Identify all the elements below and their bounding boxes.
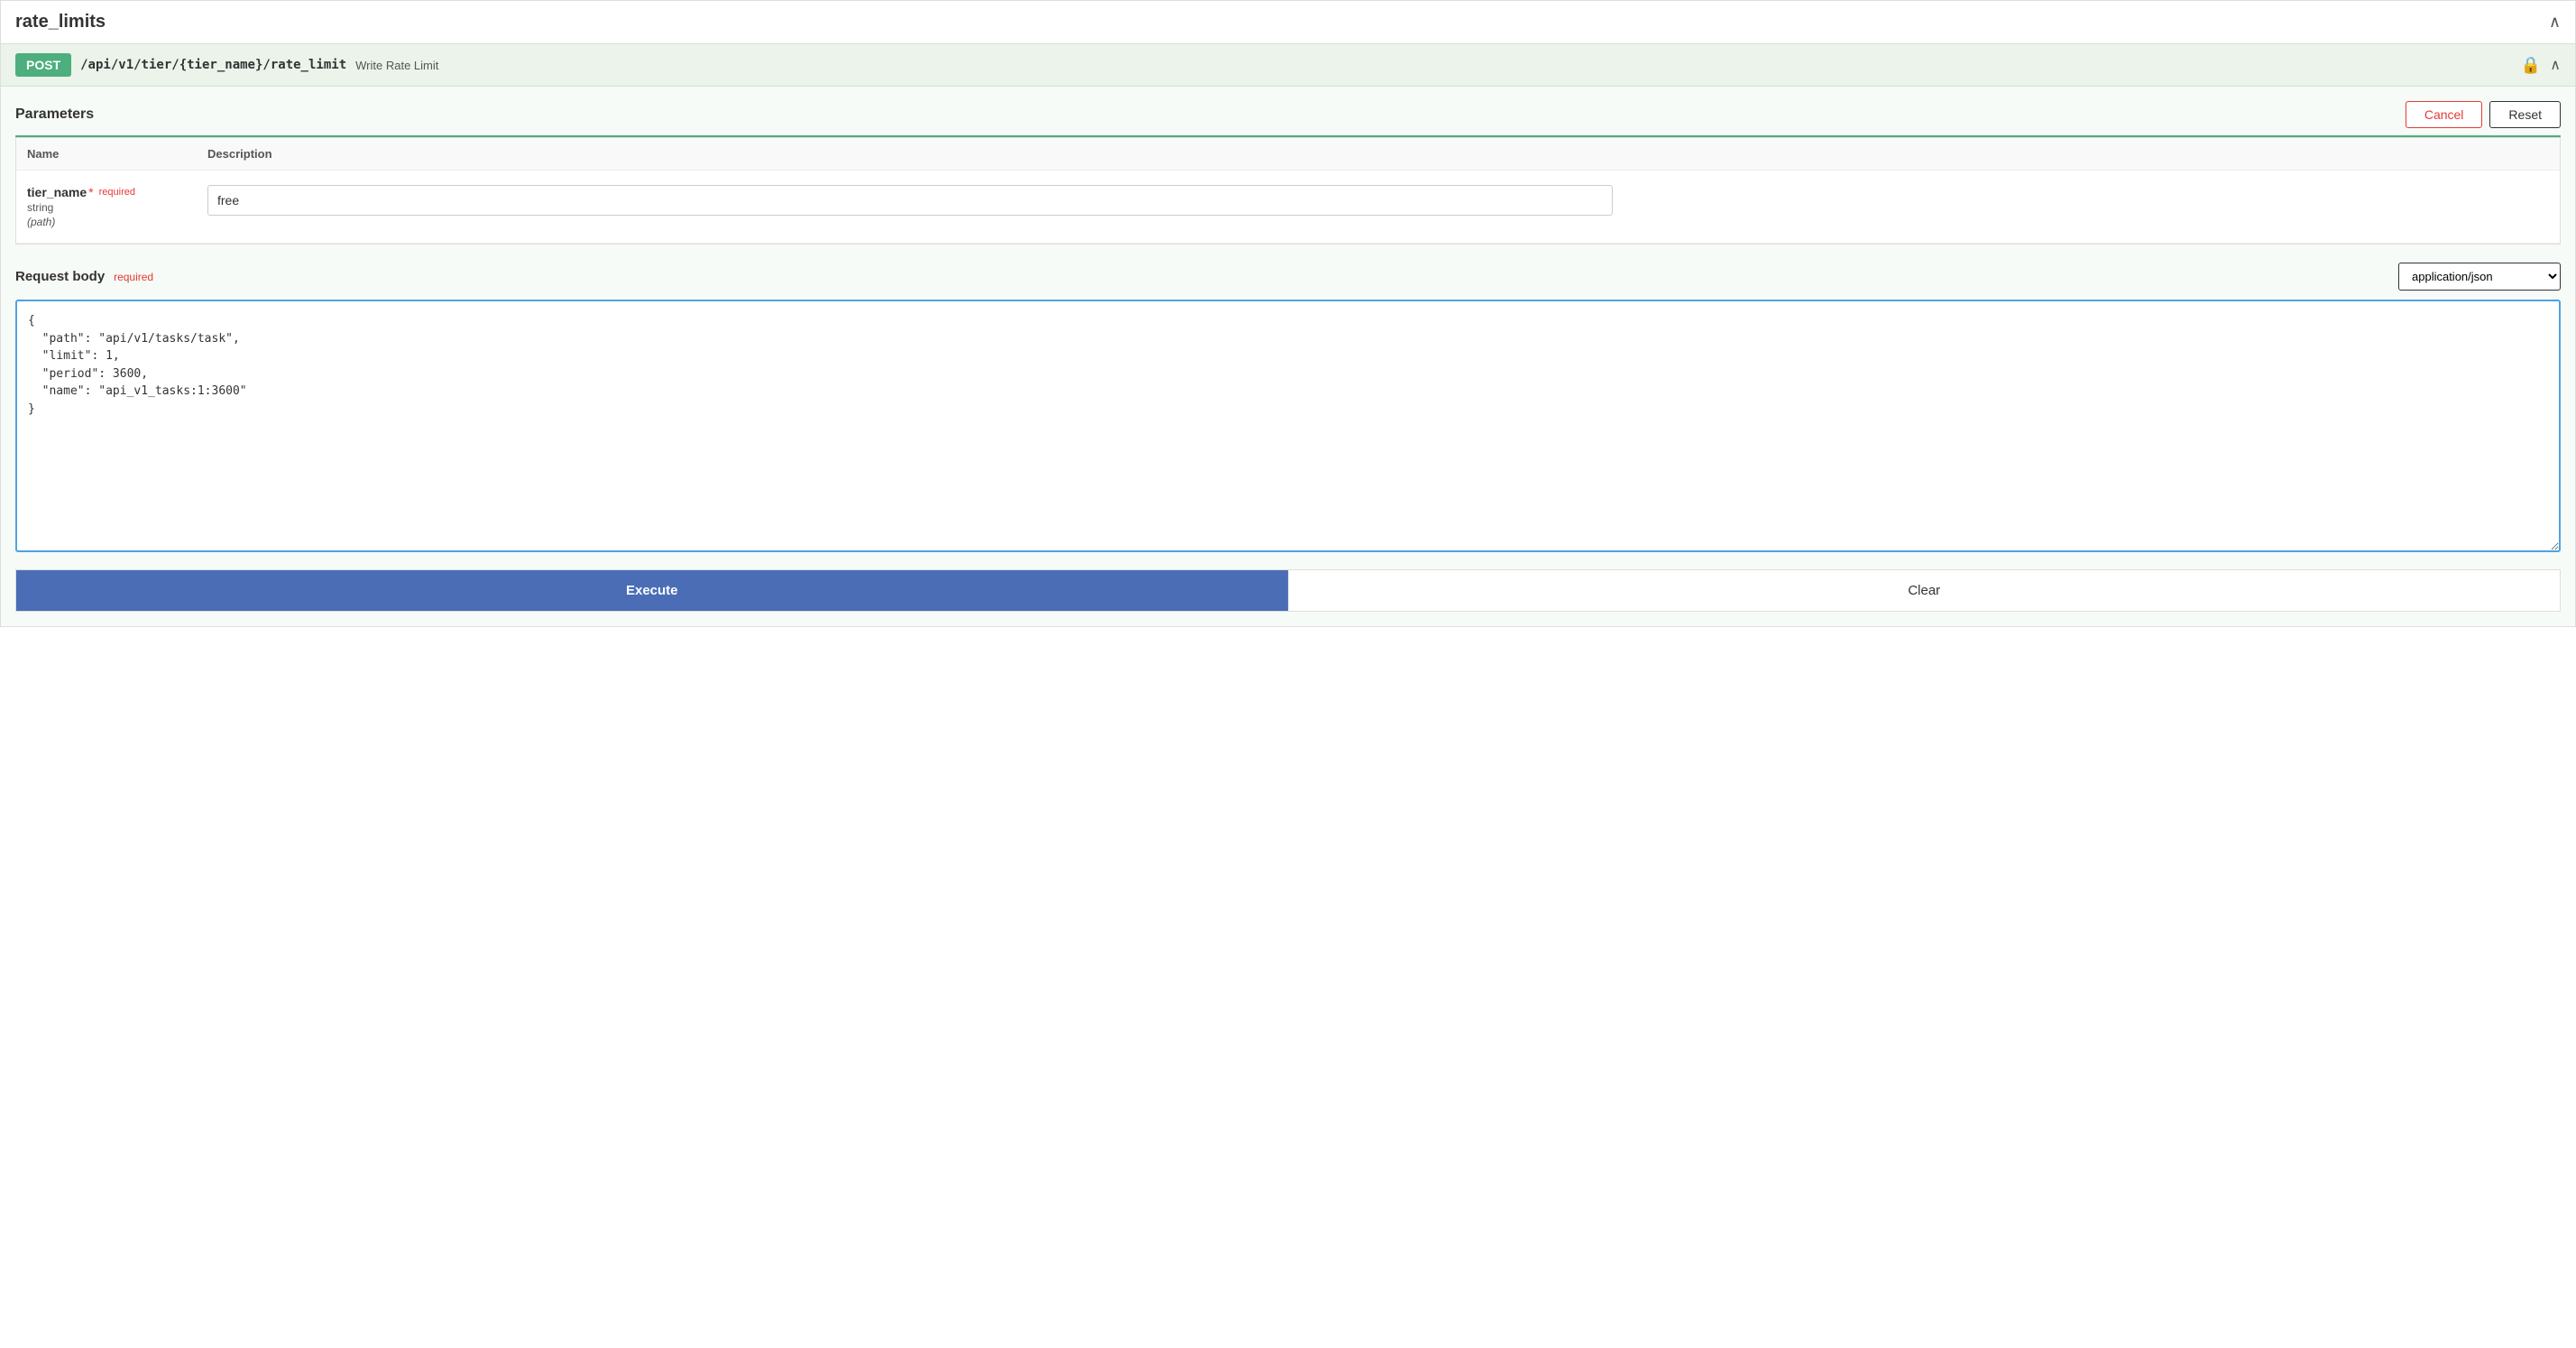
request-body-title-group: Request body required bbox=[15, 269, 153, 284]
header-buttons: Cancel Reset bbox=[2406, 101, 2561, 128]
endpoint-path: /api/v1/tier/{tier_name}/rate_limit bbox=[80, 58, 346, 72]
endpoint-right: 🔒 ∧ bbox=[2521, 56, 2561, 75]
params-table: Name Description tier_name * required st… bbox=[15, 137, 2561, 245]
execute-button[interactable]: Execute bbox=[16, 570, 1288, 611]
action-buttons: Execute Clear bbox=[15, 569, 2561, 612]
required-badge: required bbox=[99, 187, 135, 198]
lock-icon: 🔒 bbox=[2521, 56, 2541, 75]
method-badge: POST bbox=[15, 53, 71, 77]
endpoint-collapse-icon[interactable]: ∧ bbox=[2550, 56, 2561, 74]
request-body-title: Request body bbox=[15, 269, 105, 284]
reset-button[interactable]: Reset bbox=[2489, 101, 2561, 128]
required-asterisk: * bbox=[88, 185, 93, 199]
clear-button[interactable]: Clear bbox=[1288, 570, 2561, 611]
param-location: (path) bbox=[27, 216, 207, 228]
tier-name-input[interactable] bbox=[207, 185, 1613, 216]
endpoint-left: POST /api/v1/tier/{tier_name}/rate_limit… bbox=[15, 53, 438, 77]
param-name-col: tier_name * required string (path) bbox=[27, 185, 207, 228]
cancel-button[interactable]: Cancel bbox=[2406, 101, 2483, 128]
col-header-description: Description bbox=[207, 147, 2549, 161]
param-description-col bbox=[207, 185, 2549, 216]
page-title: rate_limits bbox=[15, 12, 106, 32]
parameters-header: Parameters Cancel Reset bbox=[15, 87, 2561, 137]
content-type-select[interactable]: application/json text/plain application/… bbox=[2398, 263, 2561, 291]
param-name: tier_name bbox=[27, 185, 87, 199]
parameters-title: Parameters bbox=[15, 106, 94, 123]
params-col-headers: Name Description bbox=[16, 138, 2560, 171]
endpoint-bar: POST /api/v1/tier/{tier_name}/rate_limit… bbox=[1, 44, 2575, 87]
endpoint-description: Write Rate Limit bbox=[355, 59, 438, 72]
col-header-name: Name bbox=[27, 147, 207, 161]
param-type: string bbox=[27, 201, 207, 214]
request-body-required-label: required bbox=[114, 271, 153, 283]
request-body-header: Request body required application/json t… bbox=[15, 263, 2561, 291]
request-body-textarea[interactable]: { "path": "api/v1/tasks/task", "limit": … bbox=[15, 300, 2561, 552]
param-row: tier_name * required string (path) bbox=[16, 171, 2560, 244]
main-content: Parameters Cancel Reset Name Description… bbox=[1, 87, 2575, 626]
param-name-required: tier_name * required bbox=[27, 185, 207, 199]
page-header: rate_limits ∧ bbox=[1, 1, 2575, 44]
collapse-icon[interactable]: ∧ bbox=[2549, 13, 2561, 32]
page-wrapper: rate_limits ∧ POST /api/v1/tier/{tier_na… bbox=[0, 0, 2576, 627]
